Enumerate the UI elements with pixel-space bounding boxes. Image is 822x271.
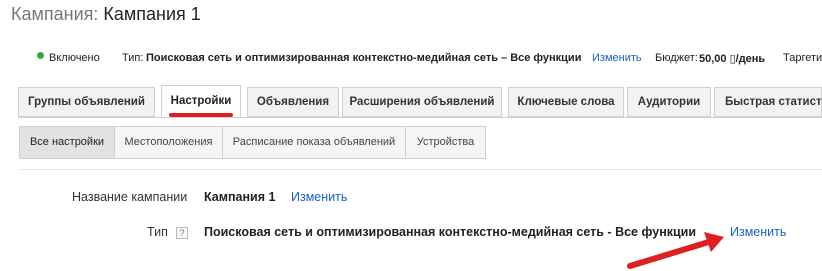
active-tab-highlight [169,113,233,117]
type-label: Тип: [122,52,144,64]
subtab-all-settings[interactable]: Все настройки [19,126,115,159]
tab-ads[interactable]: Объявления [247,87,339,117]
subtab-devices[interactable]: Устройства [405,126,486,159]
tab-quick-stats[interactable]: Быстрая статисти [714,87,822,117]
type-value: Поисковая сеть и оптимизированная контек… [146,52,582,64]
budget-label: Бюджет: [655,52,698,64]
tabs-divider [18,117,822,118]
tab-audiences[interactable]: Аудитории [627,87,711,117]
targeting-label: Таргети [783,52,822,64]
campaign-name-label: Название кампании [72,190,188,204]
help-icon[interactable]: ? [176,227,188,239]
subtab-locations[interactable]: Местоположения [114,126,223,159]
subtabs-divider [19,169,822,170]
type-setting-label: Тип [147,225,168,239]
tab-ad-extensions[interactable]: Расширения объявлений [342,87,502,117]
page-title-prefix: Кампания: [11,4,99,24]
campaign-tabs: Группы объявлений Настройки Объявления Р… [18,85,822,118]
red-arrow-annotation [627,232,724,269]
tab-ad-groups[interactable]: Группы объявлений [18,87,155,117]
type-edit-link[interactable]: Изменить [592,52,642,64]
status-dot-icon [37,52,44,59]
status-text: Включено [49,52,100,64]
campaign-name-value: Кампания 1 [204,190,276,204]
budget-value: 50,00 ▯/день [699,53,766,65]
campaign-name-edit-link[interactable]: Изменить [291,190,347,204]
page-title: Кампания: Кампания 1 [11,4,201,25]
page-title-campaign-name: Кампания 1 [103,4,201,24]
tab-keywords[interactable]: Ключевые слова [508,87,624,117]
subtab-ad-schedule[interactable]: Расписание показа объявлений [222,126,406,159]
